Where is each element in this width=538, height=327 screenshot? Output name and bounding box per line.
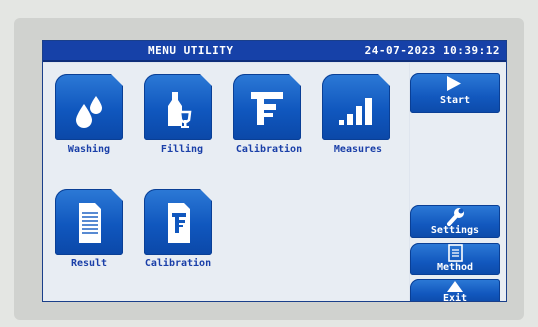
bottle-glass-icon bbox=[168, 92, 192, 128]
caliper-document-icon bbox=[168, 203, 190, 243]
settings-label: Settings bbox=[430, 225, 480, 236]
page-title: MENU UTILITY bbox=[148, 44, 234, 57]
play-icon bbox=[447, 76, 461, 91]
datetime-display: 24-07-2023 10:39:12 bbox=[364, 44, 500, 57]
caliper-icon bbox=[251, 92, 283, 125]
measures-tile[interactable] bbox=[322, 73, 391, 140]
screen: MENU UTILITY 24-07-2023 10:39:12 Washing… bbox=[42, 40, 507, 302]
start-label: Start bbox=[439, 95, 471, 106]
filling-tile[interactable] bbox=[144, 73, 213, 140]
title-bar: MENU UTILITY 24-07-2023 10:39:12 bbox=[43, 41, 506, 62]
tile-label-calibration-report: Calibration bbox=[144, 258, 212, 269]
signal-bars-icon bbox=[339, 98, 372, 125]
tile-label-measures: Measures bbox=[333, 144, 383, 155]
method-button[interactable]: Method bbox=[410, 243, 500, 275]
settings-button[interactable]: Settings bbox=[410, 205, 500, 238]
exit-label: Exit bbox=[442, 293, 468, 302]
calibration-report-tile[interactable] bbox=[144, 188, 213, 255]
washing-tile[interactable] bbox=[55, 73, 124, 140]
exit-button[interactable]: Exit bbox=[410, 279, 500, 302]
document-icon bbox=[79, 203, 101, 243]
tile-label-calibration: Calibration bbox=[235, 144, 303, 155]
sidebar: Start Settings Method Exit bbox=[410, 63, 506, 302]
tile-label-washing: Washing bbox=[67, 144, 111, 155]
water-drops-icon bbox=[76, 96, 102, 128]
tile-label-filling: Filling bbox=[160, 144, 204, 155]
tile-label-result: Result bbox=[70, 258, 108, 269]
start-button[interactable]: Start bbox=[410, 73, 500, 113]
method-label: Method bbox=[436, 262, 474, 273]
calibration-tile[interactable] bbox=[233, 73, 302, 140]
result-tile[interactable] bbox=[55, 188, 124, 255]
menu-grid: Washing Filling Calibration Measures Res… bbox=[43, 63, 409, 301]
